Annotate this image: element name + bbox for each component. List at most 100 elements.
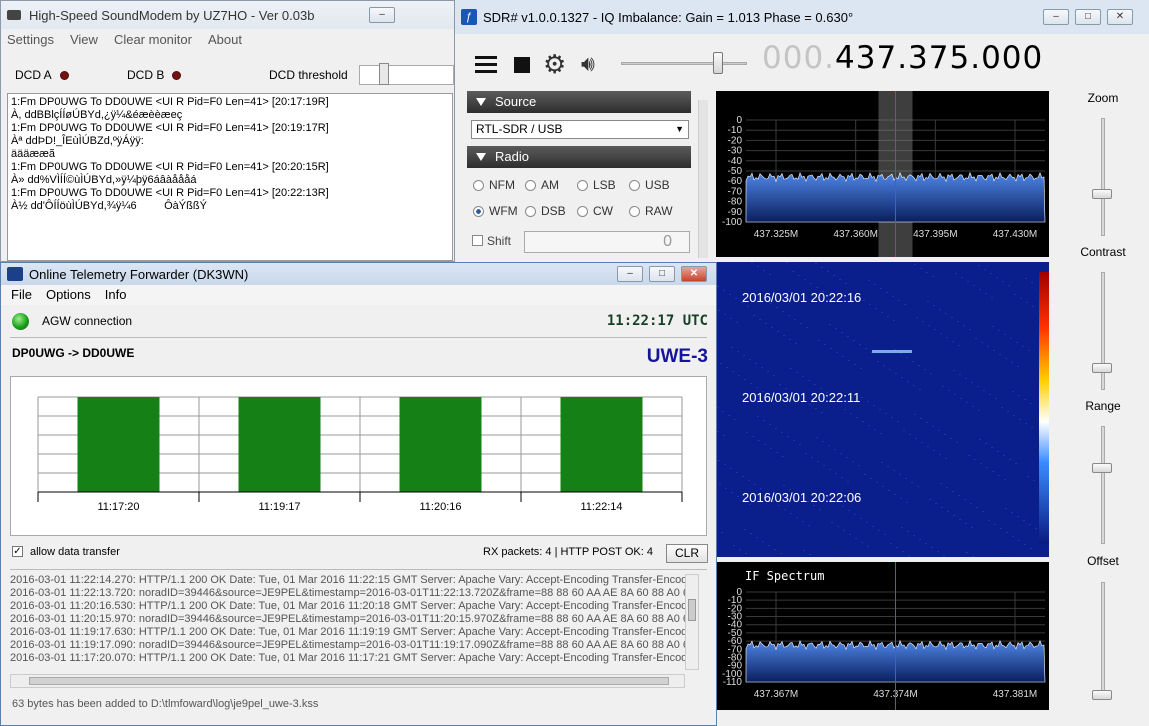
otf-minimize-button[interactable]: – [617,266,643,282]
x-tick-label: 437.367M [754,689,798,700]
sdr-minimize-button[interactable]: – [1043,9,1069,25]
radio-panel-header[interactable]: Radio [467,146,691,168]
separator [10,337,707,338]
packet-time-label: 11:17:20 [97,501,139,513]
otf-close-button[interactable]: ✕ [681,266,707,282]
offset-thumb[interactable] [1092,690,1112,700]
log-line: 2016-03-01 11:20:15.970: noradID=39446&s… [10,613,685,625]
sdr-close-button[interactable]: ✕ [1107,9,1133,25]
waterfall-timestamp: 2016/03/01 20:22:06 [742,490,861,505]
mode-label: RAW [645,204,673,218]
log-line: 2016-03-01 11:19:17.630: HTTP/1.1 200 OK… [10,626,685,638]
shift-input[interactable]: 0 [524,231,690,253]
sm-menu-about[interactable]: About [208,32,242,47]
if-spectrum[interactable]: 0 -10 -20 -30 -40 -50 -60 -70 -80 -90 -100 -110 437.… [716,562,1049,710]
mode-radio-usb[interactable]: USB [629,178,670,192]
packet-timeline-chart: 11:17:20 11:19:17 11:20:16 11:22:14 [10,376,707,536]
dcd-threshold-slider[interactable] [359,65,454,85]
signal-trace [872,350,912,353]
frequency-leading-zeros: 000. [762,40,836,76]
satellite-name: UWE-3 [646,346,708,367]
mode-label: CW [593,204,613,218]
zoom-thumb[interactable] [1092,189,1112,199]
mode-label: USB [645,178,670,192]
allow-transfer-checkbox[interactable]: ✓ [12,546,23,557]
stop-icon[interactable] [514,57,530,73]
otf-title: Online Telemetry Forwarder (DK3WN) [29,266,249,282]
dcd-a-led [59,71,69,81]
dcd-a-label: DCD A [15,68,52,82]
contrast-thumb[interactable] [1092,363,1112,373]
http-log[interactable]: 2016-03-01 11:22:14.270: HTTP/1.1 200 OK… [10,574,685,670]
mode-radio-lsb[interactable]: LSB [577,178,616,192]
mode-radio-dsb[interactable]: DSB [525,204,566,218]
clr-button-label: CLR [674,546,699,560]
mode-radio-wfm[interactable]: WFM [473,204,518,218]
mode-radio-am[interactable]: AM [525,178,559,192]
sm-menu-view[interactable]: View [70,32,98,47]
zoom-slider[interactable] [1101,118,1105,236]
monitor-line: 1:Fm DP0UWG To DD0UWE <UI R Pid=F0 Len=4… [11,122,329,134]
otf-titlebar[interactable]: Online Telemetry Forwarder (DK3WN) [1,263,716,285]
source-panel-header[interactable]: Source [467,91,691,113]
mode-radio-raw[interactable]: RAW [629,204,673,218]
soundmodem-app-icon [7,10,21,20]
status-footer: 63 bytes has been added to D:\tlmfoward\… [12,698,319,710]
frequency-display[interactable]: 000.437.375.000 [762,40,1043,76]
range-label: Range [1085,399,1121,413]
monitor-line: À, ddBBlçÍÍøÚBYd,¿ÿ¼&éæèèæeç [11,109,183,121]
volume-slider[interactable] [621,62,747,65]
radio-circle [525,206,536,218]
sm-menu-clear-monitor[interactable]: Clear monitor [114,32,192,47]
mode-radio-cw[interactable]: CW [577,204,613,218]
rx-status: RX packets: 4 | HTTP POST OK: 4 [483,546,653,558]
volume-thumb[interactable] [713,52,723,74]
dcd-b-indicator: DCD B [127,68,182,82]
otf-menu-info[interactable]: Info [105,287,127,303]
log-hscrollbar[interactable] [10,674,685,688]
soundmodem-title: High-Speed SoundModem by UZ7HO - Ver 0.0… [29,7,315,23]
range-slider[interactable] [1101,426,1105,544]
sdr-maximize-button[interactable]: □ [1075,9,1101,25]
monitor-line: Àª ddÞD!_ÎEùÌÚBZd,ºÿÁÿÿ: [11,135,144,147]
panel-scrollbar[interactable] [698,100,708,258]
offset-slider[interactable] [1101,582,1105,700]
sm-menu-settings[interactable]: Settings [7,32,54,47]
mode-radio-nfm[interactable]: NFM [473,178,515,192]
radio-circle [525,180,536,192]
source-header-label: Source [495,94,537,109]
clr-button[interactable]: CLR [666,544,708,563]
agw-connection-label: AGW connection [42,314,133,328]
packet-time-label: 11:19:17 [258,501,300,513]
shift-checkbox[interactable] [472,235,483,246]
radio-header-label: Radio [495,149,529,164]
packet-bar [238,397,321,492]
speaker-icon[interactable]: 🔊︎ [581,52,595,76]
monitor-line: 1:Fm DP0UWG To DD0UWE <UI R Pid=F0 Len=4… [11,96,329,108]
minimize-button[interactable]: – [369,7,395,23]
otf-menu-options[interactable]: Options [46,287,91,303]
offset-label: Offset [1087,554,1119,568]
otf-app-icon [7,267,23,281]
log-vscroll-thumb[interactable] [688,599,696,621]
if-spectrum-plot: 0-10-20-30-40-50-60-70-80-90-100-110437.… [722,562,1046,710]
otf-menu-file[interactable]: File [11,287,32,303]
dcd-threshold-thumb[interactable] [379,63,389,85]
mode-label: DSB [541,204,566,218]
log-line: 2016-03-01 11:17:20.070: HTTP/1.1 200 OK… [10,652,685,664]
radio-circle [629,180,640,192]
mode-label: WFM [489,204,518,218]
main-spectrum[interactable]: 0 -10 -20 -30 -40 -50 -60 -70 -80 -90 -100 437.325M… [716,91,1049,257]
log-line: 2016-03-01 11:22:14.270: HTTP/1.1 200 OK… [10,574,685,586]
waterfall[interactable]: 2016/03/01 20:22:16 2016/03/01 20:22:11 20… [716,262,1049,557]
log-hscroll-thumb[interactable] [29,677,669,685]
monitor-log[interactable]: 1:Fm DP0UWG To DD0UWE <UI R Pid=F0 Len=4… [7,93,453,261]
otf-maximize-button[interactable]: □ [649,266,675,282]
gear-icon[interactable]: ⚙ [543,51,566,77]
chevron-down-icon: ▼ [675,124,684,134]
menu-icon[interactable] [475,56,497,74]
log-vscrollbar[interactable] [685,574,699,670]
log-line: 2016-03-01 11:19:17.090: noradID=39446&s… [10,639,685,651]
source-select[interactable]: RTL-SDR / USB ▼ [471,120,689,139]
range-thumb[interactable] [1092,463,1112,473]
